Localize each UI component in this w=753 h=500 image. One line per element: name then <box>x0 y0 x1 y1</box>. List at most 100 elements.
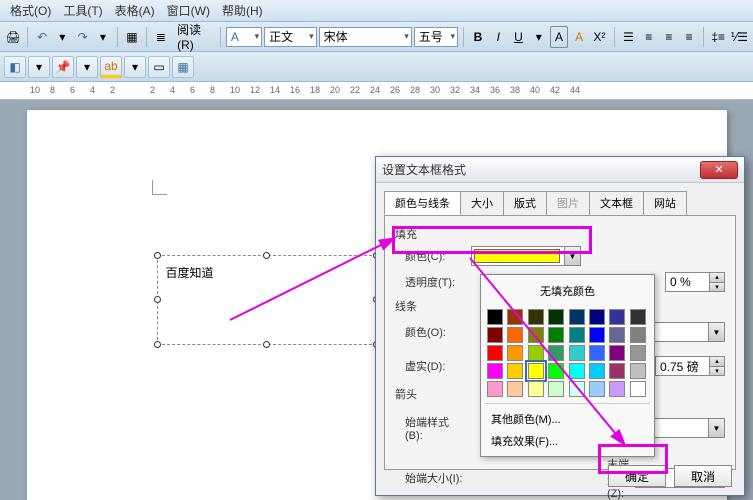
color-swatch[interactable] <box>630 309 646 325</box>
print-icon[interactable]: 🖨 <box>4 26 22 48</box>
align-dist-icon[interactable]: ☰ <box>619 26 637 48</box>
bold-icon[interactable]: B <box>469 26 487 48</box>
tab-color-line[interactable]: 颜色与线条 <box>384 191 461 215</box>
color-swatch[interactable] <box>609 345 625 361</box>
color-swatch[interactable] <box>609 327 625 343</box>
x2-icon[interactable]: X² <box>590 26 608 48</box>
more-colors-item[interactable]: 其他颜色(M)... <box>485 408 650 430</box>
color-swatch[interactable] <box>487 309 503 325</box>
color-swatch[interactable] <box>548 381 564 397</box>
color-swatch[interactable] <box>487 381 503 397</box>
color-swatch[interactable] <box>507 309 523 325</box>
undo-dd-icon[interactable]: ▾ <box>53 26 71 48</box>
linespace-icon[interactable]: ‡≡ <box>709 26 727 48</box>
color-swatch[interactable] <box>589 363 605 379</box>
textbox-shape[interactable]: 百度知道 <box>157 255 377 345</box>
pin-icon[interactable]: 📌 <box>52 56 74 78</box>
color-swatch[interactable] <box>487 363 503 379</box>
color-swatch[interactable] <box>589 345 605 361</box>
dialog-titlebar[interactable]: 设置文本框格式 ✕ <box>376 157 744 183</box>
menu-help[interactable]: 帮助(H) <box>216 0 269 21</box>
tab-textbox[interactable]: 文本框 <box>589 191 644 215</box>
color-swatch[interactable] <box>528 345 544 361</box>
color-swatch[interactable] <box>609 381 625 397</box>
color-swatch[interactable] <box>548 327 564 343</box>
chevron-down-icon[interactable]: ▼ <box>564 247 580 265</box>
align-left-icon[interactable]: ≡ <box>640 26 658 48</box>
dd-icon[interactable]: ▾ <box>124 56 146 78</box>
redo-icon[interactable]: ↷ <box>74 26 92 48</box>
transparency-input[interactable]: 0 % ▴▾ <box>665 272 725 292</box>
color-swatch[interactable] <box>507 345 523 361</box>
highlight-icon[interactable]: ab <box>100 56 122 78</box>
charshade-icon[interactable]: A <box>570 26 588 48</box>
color-swatch[interactable] <box>589 309 605 325</box>
color-swatch[interactable] <box>589 327 605 343</box>
color-swatch[interactable] <box>507 363 523 379</box>
tab-web[interactable]: 网站 <box>643 191 687 215</box>
align-center-icon[interactable]: ≡ <box>660 26 678 48</box>
color-swatch[interactable] <box>528 327 544 343</box>
resize-handle[interactable] <box>263 341 270 348</box>
tab-layout[interactable]: 版式 <box>503 191 547 215</box>
insertbox-icon[interactable]: ▭ <box>148 56 170 78</box>
menu-tools[interactable]: 工具(T) <box>57 0 108 21</box>
redo-dd-icon[interactable]: ▾ <box>94 26 112 48</box>
read-button[interactable]: 阅读(R) <box>172 26 215 48</box>
numlist-icon[interactable]: ⅟☰ <box>729 26 749 48</box>
color-swatch[interactable] <box>589 381 605 397</box>
color-swatch[interactable] <box>609 309 625 325</box>
dd-icon[interactable]: ▾ <box>530 26 548 48</box>
resize-handle[interactable] <box>154 252 161 259</box>
font-dropdown[interactable]: 宋体 <box>319 27 412 47</box>
color-swatch[interactable] <box>528 381 544 397</box>
close-icon[interactable]: ✕ <box>700 161 738 179</box>
resize-handle[interactable] <box>154 341 161 348</box>
color-swatch[interactable] <box>487 327 503 343</box>
ok-button[interactable]: 确定 <box>608 465 666 487</box>
chevron-down-icon[interactable]: ▼ <box>708 419 724 437</box>
color-swatch[interactable] <box>630 363 646 379</box>
style-dropdown[interactable]: A <box>226 27 262 47</box>
cancel-button[interactable]: 取消 <box>674 465 732 487</box>
color-swatch[interactable] <box>528 363 544 379</box>
menu-format[interactable]: 格式(O) <box>4 0 57 21</box>
size-dropdown[interactable]: 五号 <box>414 27 458 47</box>
color-swatch[interactable] <box>487 345 503 361</box>
charbox-icon[interactable]: A <box>550 26 568 48</box>
underline-icon[interactable]: U <box>509 26 527 48</box>
weight-input[interactable]: 0.75 磅 ▴▾ <box>655 356 725 376</box>
color-swatch[interactable] <box>548 363 564 379</box>
color-swatch[interactable] <box>630 381 646 397</box>
italic-icon[interactable]: I <box>489 26 507 48</box>
fill-color-combo[interactable]: ▼ <box>471 246 581 266</box>
dd-icon[interactable]: ▾ <box>76 56 98 78</box>
align-right-icon[interactable]: ≡ <box>680 26 698 48</box>
grid-icon[interactable]: ▦ <box>172 56 194 78</box>
color-swatch[interactable] <box>630 327 646 343</box>
table-icon[interactable]: ▦ <box>123 26 141 48</box>
color-swatch[interactable] <box>630 345 646 361</box>
color-swatch[interactable] <box>548 309 564 325</box>
menu-window[interactable]: 窗口(W) <box>161 0 216 21</box>
color-swatch[interactable] <box>528 309 544 325</box>
resize-handle[interactable] <box>154 296 161 303</box>
resize-handle[interactable] <box>263 252 270 259</box>
color-swatch[interactable] <box>548 345 564 361</box>
menu-table[interactable]: 表格(A) <box>109 0 161 21</box>
color-swatch[interactable] <box>507 327 523 343</box>
spinner[interactable]: ▴▾ <box>709 273 724 291</box>
columns-icon[interactable]: ≣ <box>152 26 170 48</box>
color-swatch[interactable] <box>609 363 625 379</box>
style-name-dropdown[interactable]: 正文 <box>264 27 316 47</box>
dd-icon[interactable]: ▾ <box>28 56 50 78</box>
color-swatch[interactable] <box>507 381 523 397</box>
color-swatch[interactable] <box>569 309 585 325</box>
color-swatch[interactable] <box>569 345 585 361</box>
no-fill-option[interactable]: 无填充颜色 <box>485 279 650 303</box>
color-swatch[interactable] <box>569 327 585 343</box>
undo-icon[interactable]: ↶ <box>33 26 51 48</box>
color-swatch[interactable] <box>569 363 585 379</box>
fill-effects-item[interactable]: 填充效果(F)... <box>485 430 650 452</box>
tab-size[interactable]: 大小 <box>460 191 504 215</box>
